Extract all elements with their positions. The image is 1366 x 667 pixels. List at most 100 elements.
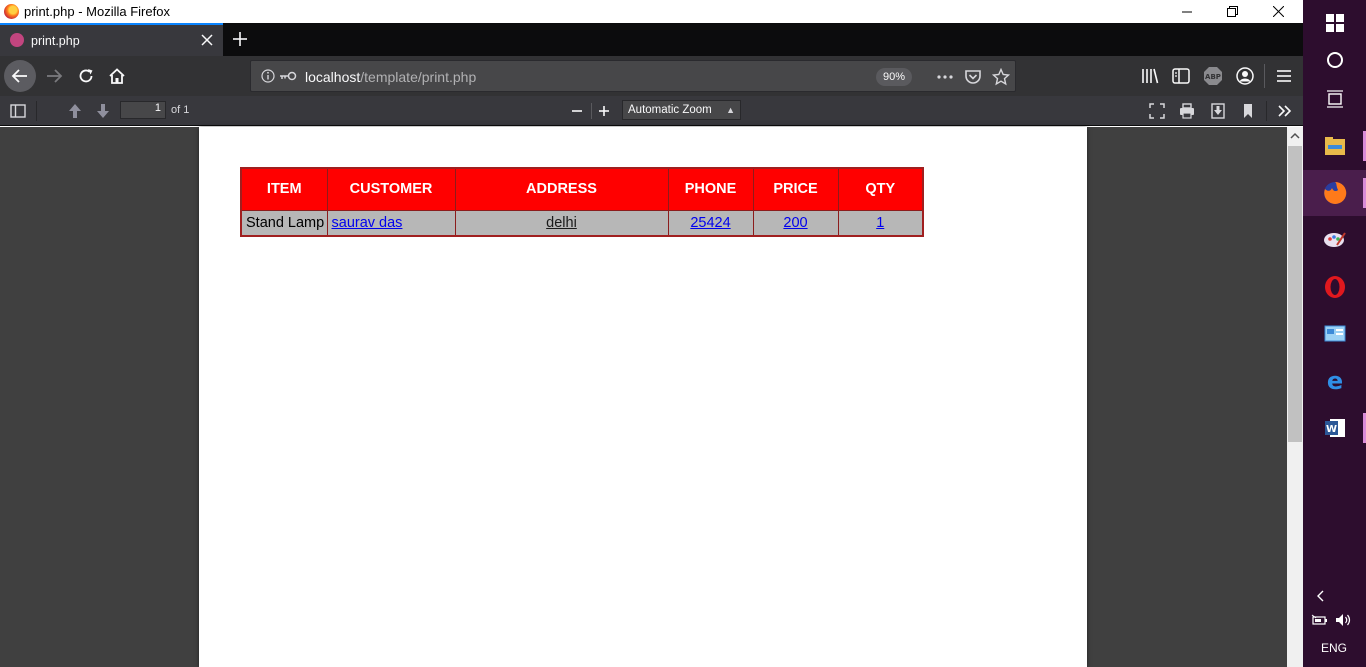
tab-strip: print.php xyxy=(0,23,1303,56)
zoom-out-icon[interactable] xyxy=(568,102,586,120)
select-caret-icon: ▲ xyxy=(726,105,735,115)
scrollbar-thumb[interactable] xyxy=(1288,146,1302,442)
account-icon[interactable] xyxy=(1235,66,1255,86)
download-icon[interactable] xyxy=(1209,102,1227,120)
column-header-price: PRICE xyxy=(752,167,839,211)
battery-icon[interactable] xyxy=(1311,613,1329,627)
column-header-customer: CUSTOMER xyxy=(326,167,456,211)
window-titlebar: print.php - Mozilla Firefox xyxy=(0,0,1303,23)
taskbar-word[interactable]: W xyxy=(1303,405,1366,451)
taskbar-edge[interactable]: e xyxy=(1303,358,1366,404)
sidebar-toggle-icon[interactable] xyxy=(1171,66,1191,86)
windows-taskbar: e W xyxy=(1303,0,1366,667)
minimize-icon xyxy=(1182,11,1192,12)
restore-button[interactable] xyxy=(1209,0,1255,23)
taskbar-file-explorer[interactable] xyxy=(1303,123,1366,169)
task-view-button[interactable] xyxy=(1303,76,1366,122)
file-explorer-icon xyxy=(1324,137,1345,155)
cortana-icon xyxy=(1326,52,1343,68)
page-count-label: of 1 xyxy=(171,104,190,116)
cell-customer: saurav das xyxy=(326,209,456,237)
library-icon[interactable] xyxy=(1140,66,1160,86)
report-table: ITEM CUSTOMER ADDRESS PHONE PRICE QTY St… xyxy=(240,167,924,237)
adblock-plus-icon[interactable]: ABP xyxy=(1203,66,1223,86)
toolbar-separator xyxy=(1264,64,1265,88)
volume-icon[interactable] xyxy=(1335,612,1353,628)
phone-link[interactable]: 25424 xyxy=(690,215,730,231)
back-arrow-icon xyxy=(11,69,27,83)
close-icon xyxy=(1272,6,1284,17)
forward-arrow-icon xyxy=(47,69,63,83)
table-header-row: ITEM CUSTOMER ADDRESS PHONE PRICE QTY xyxy=(240,167,924,211)
table-row: Stand Lamp saurav das delhi 25424 200 1 xyxy=(240,209,924,237)
minimize-button[interactable] xyxy=(1164,0,1210,23)
address-bar[interactable]: localhost/template/print.php 90% xyxy=(250,60,1016,92)
price-link[interactable]: 200 xyxy=(783,215,807,231)
pdf-bookmark-icon[interactable] xyxy=(1239,102,1257,120)
scroll-up-arrow-icon[interactable] xyxy=(1290,131,1300,141)
firefox-icon xyxy=(1323,181,1346,204)
url-text[interactable]: localhost/template/print.php xyxy=(305,69,476,85)
tab-title: print.php xyxy=(31,34,80,48)
svg-text:ABP: ABP xyxy=(1205,73,1221,81)
zoom-level-badge[interactable]: 90% xyxy=(876,68,912,86)
forward-button[interactable] xyxy=(40,62,68,90)
taskbar-control-panel[interactable] xyxy=(1303,311,1366,357)
column-header-address: ADDRESS xyxy=(454,167,669,211)
new-tab-icon[interactable] xyxy=(230,29,250,49)
site-info-icon[interactable] xyxy=(261,69,275,83)
key-icon[interactable] xyxy=(279,70,297,82)
back-button[interactable] xyxy=(4,60,36,92)
hamburger-menu-icon[interactable] xyxy=(1274,66,1294,86)
presentation-mode-icon[interactable] xyxy=(1148,102,1166,120)
previous-page-icon[interactable] xyxy=(66,102,84,120)
column-header-phone: PHONE xyxy=(667,167,754,211)
cell-price: 200 xyxy=(752,209,839,237)
home-button[interactable] xyxy=(103,62,131,90)
task-view-icon xyxy=(1326,90,1343,108)
cell-item: Stand Lamp xyxy=(240,209,328,237)
close-window-button[interactable] xyxy=(1255,0,1301,23)
pdf-sidebar-toggle-icon[interactable] xyxy=(9,102,27,120)
input-language-indicator[interactable]: ENG xyxy=(1321,641,1347,655)
word-icon: W xyxy=(1324,419,1345,437)
pdf-page: ITEM CUSTOMER ADDRESS PHONE PRICE QTY St… xyxy=(199,127,1087,667)
column-header-qty: QTY xyxy=(837,167,924,211)
address-link[interactable]: delhi xyxy=(546,215,577,231)
page-number-input[interactable]: 1 xyxy=(120,101,166,119)
print-icon[interactable] xyxy=(1178,102,1196,120)
opera-icon xyxy=(1324,276,1345,298)
firefox-logo-icon xyxy=(4,4,19,19)
tools-chevron-icon[interactable] xyxy=(1276,102,1294,120)
bookmark-star-icon[interactable] xyxy=(992,68,1010,86)
next-page-icon[interactable] xyxy=(94,102,112,120)
cell-qty: 1 xyxy=(837,209,924,237)
cell-phone: 25424 xyxy=(667,209,754,237)
chevron-left-icon[interactable] xyxy=(1315,589,1327,603)
svg-text:e: e xyxy=(1326,369,1342,393)
vertical-scrollbar[interactable] xyxy=(1287,127,1303,667)
pocket-icon[interactable] xyxy=(964,68,982,86)
customer-link[interactable]: saurav das xyxy=(332,215,403,231)
item-text: Stand Lamp xyxy=(246,214,325,231)
zoom-select[interactable]: Automatic Zoom ▲ xyxy=(622,100,741,120)
qty-link[interactable]: 1 xyxy=(876,215,884,231)
taskbar-paint[interactable] xyxy=(1303,217,1366,263)
taskbar-opera[interactable] xyxy=(1303,264,1366,310)
url-path: /template/print.php xyxy=(360,69,477,85)
pdf-viewer-area[interactable]: ITEM CUSTOMER ADDRESS PHONE PRICE QTY St… xyxy=(0,127,1287,667)
zoom-in-icon[interactable] xyxy=(595,102,613,120)
reload-button[interactable] xyxy=(72,62,100,90)
navigation-toolbar: localhost/template/print.php 90% ABP xyxy=(0,56,1303,96)
window-title: print.php - Mozilla Firefox xyxy=(24,4,170,19)
url-host: localhost xyxy=(305,69,361,85)
svg-text:W: W xyxy=(1325,424,1336,435)
column-header-item: ITEM xyxy=(240,167,328,211)
close-tab-icon[interactable] xyxy=(200,33,214,47)
taskbar-firefox[interactable] xyxy=(1303,170,1366,216)
pdf-viewer-toolbar: 1 of 1 Automatic Zoom ▲ xyxy=(0,96,1303,126)
edge-icon: e xyxy=(1326,369,1342,393)
restore-icon xyxy=(1226,6,1238,17)
page-actions-icon[interactable] xyxy=(936,70,954,84)
tab-print-php[interactable]: print.php xyxy=(0,23,223,56)
